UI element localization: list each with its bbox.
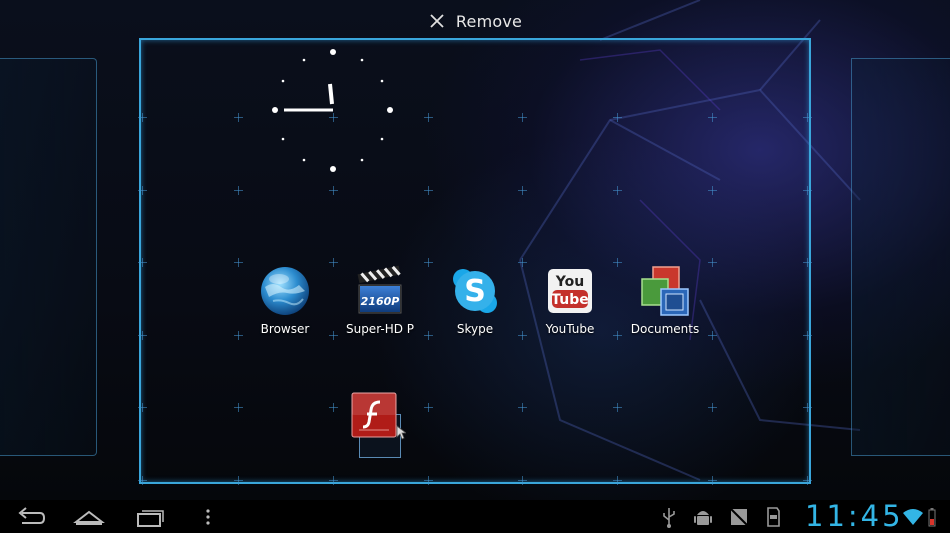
grid-marker (613, 113, 622, 122)
sd-card-icon[interactable] (764, 505, 782, 529)
grid-marker (138, 113, 147, 122)
grid-marker (329, 403, 338, 412)
recent-apps-icon[interactable] (134, 505, 166, 529)
grid-marker (708, 403, 717, 412)
app-label: Super-HD P (345, 322, 415, 336)
grid-marker (708, 113, 717, 122)
grid-marker (138, 403, 147, 412)
grid-marker (234, 476, 243, 485)
grid-marker (138, 476, 147, 485)
grid-marker (138, 331, 147, 340)
grid-marker (518, 186, 527, 195)
grid-marker (424, 186, 433, 195)
grid-marker (329, 186, 338, 195)
remove-label: Remove (455, 11, 523, 31)
grid-marker (329, 476, 338, 485)
svg-text:S: S (464, 274, 486, 309)
app-browser[interactable]: Browser (237, 265, 333, 336)
grid-marker (613, 403, 622, 412)
remove-drop-zone[interactable]: Remove (0, 8, 950, 34)
adjacent-homescreen-left[interactable] (0, 58, 97, 456)
app-label: Documents (630, 322, 700, 336)
android-debug-icon[interactable] (692, 505, 714, 529)
globe-icon (261, 267, 309, 315)
grid-marker (803, 403, 812, 412)
close-icon (430, 14, 444, 28)
grid-marker (518, 113, 527, 122)
app-skype[interactable]: S Skype (427, 265, 523, 336)
grid-marker (234, 403, 243, 412)
battery-low-icon[interactable] (927, 505, 937, 529)
skype-icon: S (453, 269, 497, 313)
flash-icon[interactable] (351, 392, 397, 438)
app-label: Skype (456, 322, 494, 336)
svg-text:Tube: Tube (551, 292, 589, 308)
grid-marker (708, 186, 717, 195)
wifi-icon[interactable] (903, 505, 923, 529)
clapperboard-icon: 2160P (357, 265, 402, 314)
grid-marker (803, 186, 812, 195)
menu-icon[interactable] (201, 505, 215, 529)
adjacent-homescreen-right[interactable] (851, 58, 950, 456)
grid-marker (138, 186, 147, 195)
screenshot-icon[interactable] (728, 505, 750, 529)
grid-marker (518, 476, 527, 485)
grid-marker (613, 186, 622, 195)
back-icon[interactable] (14, 505, 46, 529)
grid-marker (424, 113, 433, 122)
svg-text:2160P: 2160P (361, 295, 400, 308)
analog-clock-widget[interactable] (268, 44, 398, 174)
youtube-icon: You Tube (548, 269, 592, 313)
status-clock[interactable]: 11:45 (805, 500, 904, 533)
grid-marker (424, 476, 433, 485)
app-documents[interactable]: Documents (617, 265, 713, 336)
mouse-cursor-icon (396, 425, 406, 440)
svg-text:You: You (555, 274, 584, 290)
grid-marker (803, 331, 812, 340)
app-label: YouTube (545, 322, 595, 336)
grid-marker (518, 403, 527, 412)
app-label: Browser (260, 322, 310, 336)
app-super-hd-player[interactable]: 2160P Super-HD P (332, 265, 428, 336)
home-icon[interactable] (72, 505, 106, 529)
grid-marker (138, 258, 147, 267)
grid-marker (613, 476, 622, 485)
grid-marker (803, 258, 812, 267)
grid-marker (234, 113, 243, 122)
documents-icon (641, 266, 689, 316)
grid-marker (234, 186, 243, 195)
grid-marker (424, 403, 433, 412)
app-youtube[interactable]: You Tube YouTube (522, 265, 618, 336)
grid-marker (803, 113, 812, 122)
grid-marker (708, 476, 717, 485)
grid-marker (803, 476, 812, 485)
usb-icon[interactable] (660, 505, 678, 529)
